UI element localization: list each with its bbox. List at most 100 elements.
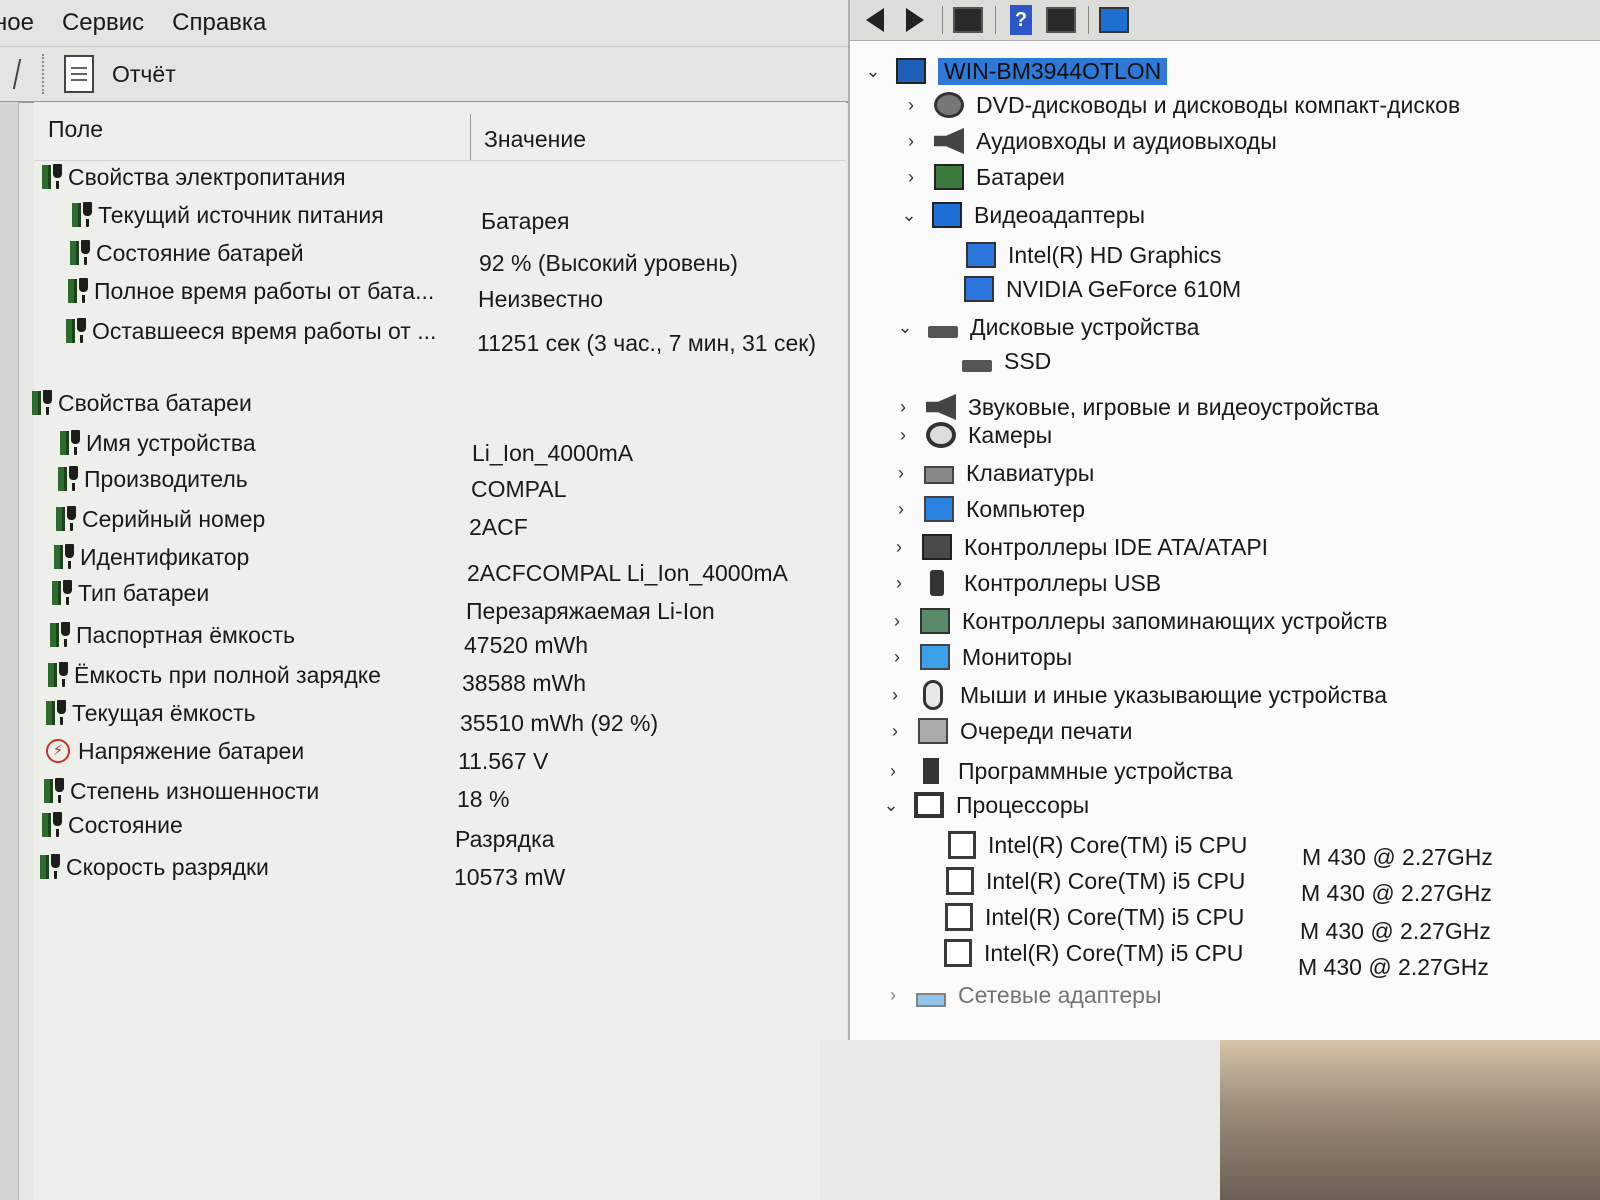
field-row[interactable]: Состояние батарей — [70, 236, 304, 270]
printer-icon — [918, 718, 948, 744]
section-battery-properties[interactable]: Свойства батареи — [32, 386, 252, 420]
chevron-right-icon[interactable]: › — [888, 572, 910, 594]
menu-item-service[interactable]: Сервис — [48, 9, 158, 37]
field-value: COMPAL — [471, 476, 567, 502]
tree-node-label: Мыши и иные указывающие устройства — [960, 681, 1388, 708]
device-manager-toolbar: ? — [850, 0, 1600, 41]
disk-drive-icon — [962, 360, 992, 372]
field-label: Тип батареи — [78, 579, 210, 606]
tree-leaf-ssd[interactable]: SSD — [962, 344, 1051, 378]
report-button[interactable]: Отчёт — [112, 61, 176, 88]
help-button[interactable]: ? — [1006, 5, 1036, 35]
tree-node-network-adapters[interactable]: › Сетевые адаптеры — [882, 978, 1162, 1012]
field-row[interactable]: Имя устройства — [60, 426, 256, 460]
cpu-model-suffix: M 430 @ 2.27GHz — [1302, 844, 1493, 870]
chevron-right-icon[interactable]: › — [882, 984, 904, 1006]
gpu-icon — [964, 276, 994, 302]
tree-leaf-cpu[interactable]: Intel(R) Core(TM) i5 CPU — [944, 936, 1243, 970]
tree-node-monitors[interactable]: › Мониторы — [886, 640, 1072, 674]
menu-item-view[interactable]: ное — [0, 9, 48, 37]
field-label: Состояние батарей — [96, 239, 304, 266]
field-row[interactable]: ⚡ Напряжение батареи — [46, 734, 304, 768]
chevron-right-icon[interactable]: › — [882, 760, 904, 782]
chevron-down-icon[interactable]: ⌄ — [898, 204, 920, 226]
tree-node-software-devices[interactable]: › Программные устройства — [882, 754, 1233, 788]
field-row[interactable]: Состояние — [42, 808, 183, 842]
tree-node-display-adapters[interactable]: ⌄ Видеоадаптеры — [898, 198, 1145, 232]
menu-item-help[interactable]: Справка — [158, 9, 280, 37]
tree-node-mice[interactable]: › Мыши и иные указывающие устройства — [884, 678, 1387, 712]
chevron-right-icon[interactable]: › — [892, 396, 914, 418]
chevron-down-icon[interactable]: ⌄ — [880, 794, 902, 816]
help-icon: ? — [1010, 5, 1032, 35]
tree-node-keyboards[interactable]: › Клавиатуры — [890, 456, 1094, 490]
field-row[interactable]: Степень изношенности — [44, 774, 319, 808]
field-row[interactable]: Полное время работы от бата... — [68, 274, 434, 308]
speaker-icon — [934, 128, 964, 154]
tree-node-storage-controllers[interactable]: › Контроллеры запоминающих устройств — [886, 604, 1387, 638]
column-header-field[interactable]: Поле — [48, 116, 103, 143]
chevron-down-icon[interactable]: ⌄ — [862, 60, 884, 82]
chevron-right-icon[interactable]: › — [886, 646, 908, 668]
back-button[interactable] — [860, 6, 890, 34]
chevron-down-icon[interactable]: ⌄ — [894, 316, 916, 338]
properties-button[interactable] — [953, 6, 983, 34]
tree-node-processors[interactable]: ⌄ Процессоры — [880, 788, 1089, 822]
processor-icon — [944, 939, 972, 967]
navigation-pane-edge[interactable] — [0, 102, 19, 1200]
field-row[interactable]: Производитель — [58, 462, 248, 496]
tree-leaf-gpu[interactable]: NVIDIA GeForce 610M — [964, 272, 1241, 306]
ide-controller-icon — [922, 534, 952, 560]
field-row[interactable]: Оставшееся время работы от ... — [66, 314, 436, 348]
column-divider[interactable] — [470, 114, 471, 160]
chevron-right-icon[interactable]: › — [900, 166, 922, 188]
field-row[interactable]: Серийный номер — [56, 502, 265, 536]
tree-node-print-queues[interactable]: › Очереди печати — [884, 714, 1133, 748]
tree-leaf-cpu[interactable]: Intel(R) Core(TM) i5 CPU — [948, 828, 1247, 862]
chevron-right-icon[interactable]: › — [892, 424, 914, 446]
tree-node-cameras[interactable]: › Камеры — [892, 418, 1052, 452]
chevron-right-icon[interactable]: › — [900, 94, 922, 116]
tree-node-computer[interactable]: › Компьютер — [890, 492, 1085, 526]
checkmark-icon[interactable] — [0, 59, 22, 89]
field-value: Неизвестно — [478, 286, 604, 312]
view-button[interactable] — [1046, 6, 1076, 34]
column-header-value[interactable]: Значение — [484, 126, 586, 153]
field-row[interactable]: Текущий источник питания — [72, 198, 384, 232]
tree-node-ide[interactable]: › Контроллеры IDE ATA/ATAPI — [888, 530, 1268, 564]
chevron-right-icon[interactable]: › — [884, 720, 906, 742]
chevron-right-icon[interactable]: › — [884, 684, 906, 706]
tree-node-usb[interactable]: › Контроллеры USB — [888, 566, 1161, 600]
tree-leaf-gpu[interactable]: Intel(R) HD Graphics — [966, 238, 1221, 272]
field-row[interactable]: Скорость разрядки — [40, 850, 269, 884]
chevron-right-icon[interactable]: › — [886, 610, 908, 632]
battery-plug-icon — [56, 506, 78, 532]
scan-hardware-button[interactable] — [1099, 6, 1129, 34]
tree-node-label: Контроллеры USB — [964, 569, 1162, 596]
tree-leaf-cpu[interactable]: Intel(R) Core(TM) i5 CPU — [946, 864, 1245, 898]
chevron-right-icon[interactable]: › — [890, 498, 912, 520]
section-power-properties[interactable]: Свойства электропитания — [42, 160, 346, 194]
tree-node-label: Программные устройства — [958, 757, 1233, 784]
forward-button[interactable] — [900, 6, 930, 34]
processor-icon — [914, 792, 944, 818]
chevron-right-icon[interactable]: › — [890, 462, 912, 484]
chevron-right-icon[interactable]: › — [900, 130, 922, 152]
tree-node-label: Контроллеры IDE ATA/ATAPI — [964, 533, 1269, 560]
tree-root[interactable]: ⌄ WIN-BM3944OTLON — [862, 54, 1168, 88]
field-row[interactable]: Ёмкость при полной зарядке — [48, 658, 381, 692]
desktop-background — [1220, 1040, 1600, 1200]
chevron-right-icon[interactable]: › — [888, 536, 910, 558]
report-icon[interactable] — [64, 55, 94, 93]
tree-leaf-cpu[interactable]: Intel(R) Core(TM) i5 CPU — [945, 900, 1244, 934]
battery-plug-icon — [68, 278, 90, 304]
field-row[interactable]: Паспортная ёмкость — [50, 618, 295, 652]
field-row[interactable]: Текущая ёмкость — [46, 696, 256, 730]
tree-node-audio-io[interactable]: › Аудиовходы и аудиовыходы — [900, 124, 1277, 158]
field-row[interactable]: Идентификатор — [54, 540, 249, 574]
tree-node-dvd[interactable]: › DVD-дисководы и дисководы компакт-диск… — [900, 88, 1460, 122]
tree-node-batteries[interactable]: › Батареи — [900, 160, 1065, 194]
field-row[interactable]: Тип батареи — [52, 576, 209, 610]
field-value: Батарея — [481, 208, 570, 234]
tree-node-disk-drives[interactable]: ⌄ Дисковые устройства — [894, 310, 1199, 344]
